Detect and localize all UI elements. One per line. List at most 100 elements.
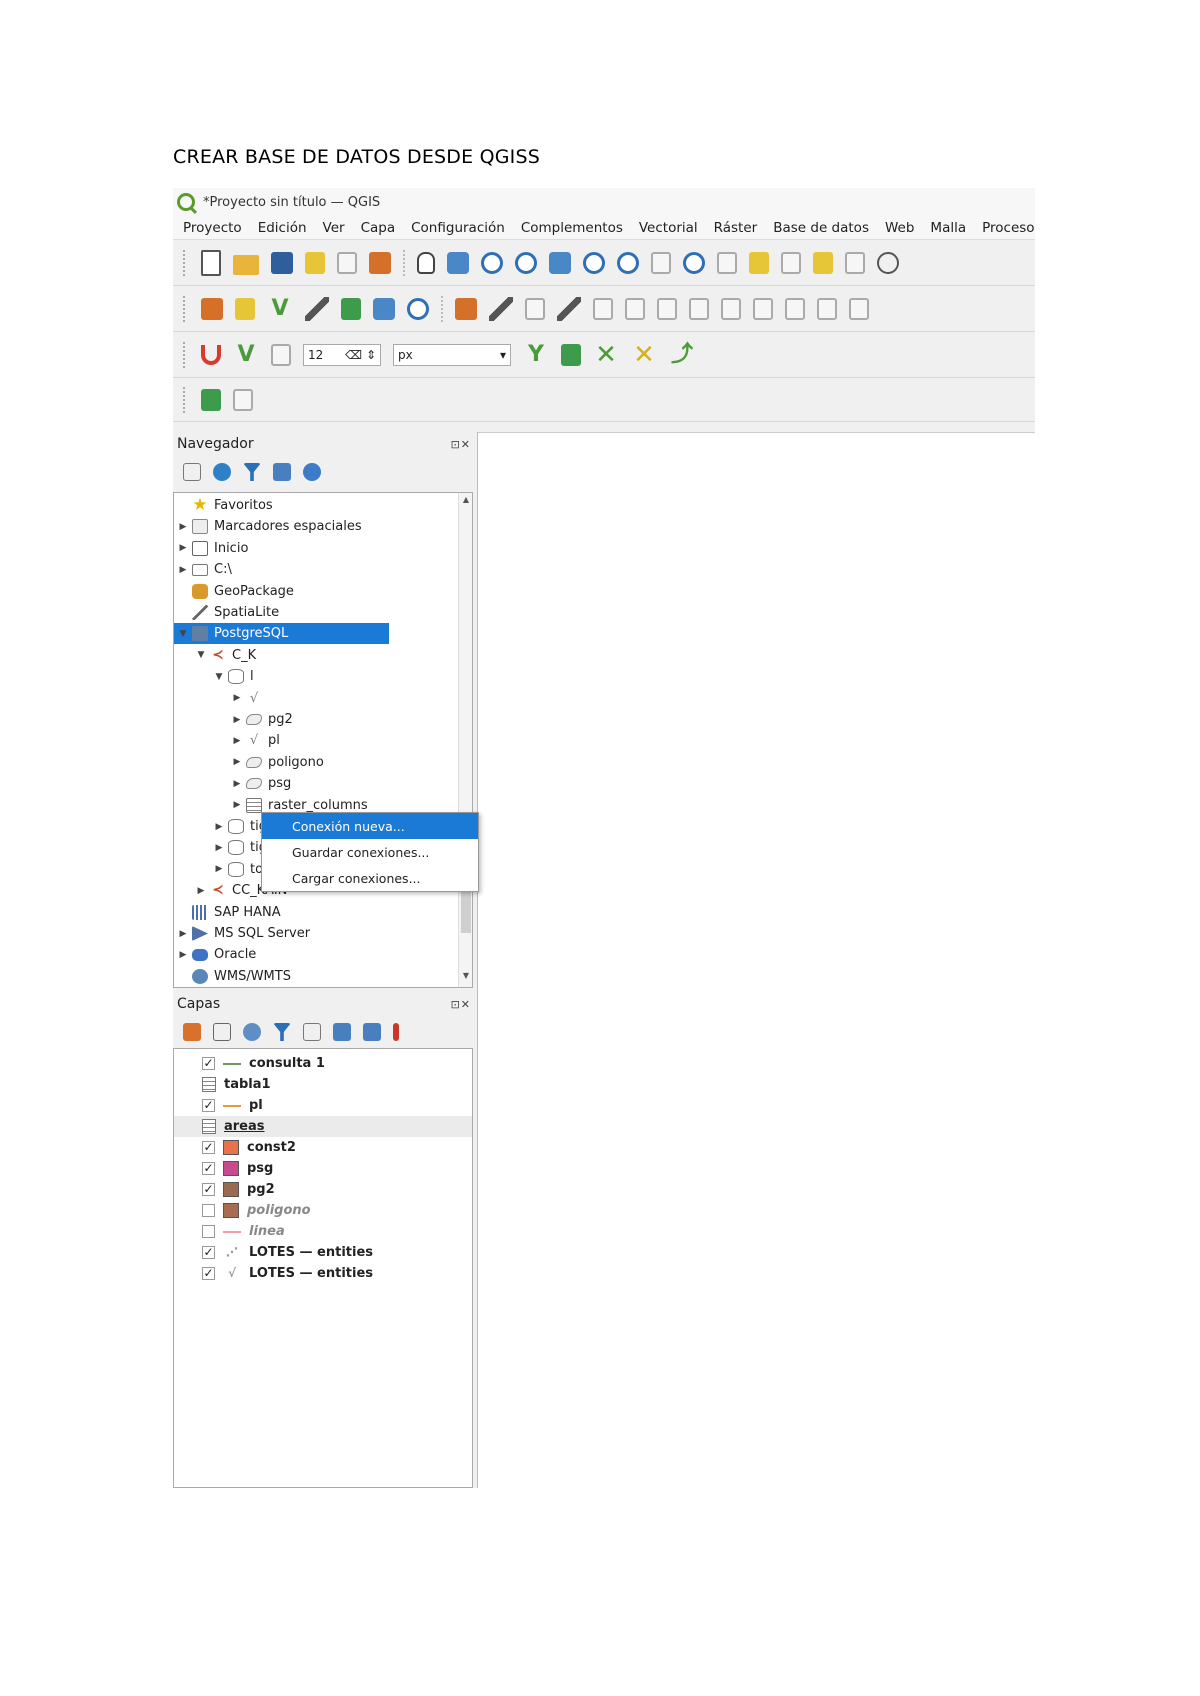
menu-11[interactable]: Procesos xyxy=(982,220,1035,236)
new-spatialite-layer-icon[interactable] xyxy=(305,296,329,321)
expand-arrow-icon[interactable]: ▶ xyxy=(178,543,188,553)
open-project-icon[interactable] xyxy=(233,254,259,275)
browser-item[interactable]: ▼ ≺ C_K xyxy=(174,645,459,666)
layer-visibility-checkbox[interactable]: ✓ xyxy=(202,1141,215,1154)
expand-all-icon[interactable] xyxy=(333,1023,351,1041)
filter-expression-icon[interactable] xyxy=(303,1023,321,1041)
expand-arrow-icon[interactable]: ▶ xyxy=(178,950,188,960)
browser-item[interactable]: ▶ Marcadores espaciales xyxy=(174,516,459,537)
cut-features-icon[interactable] xyxy=(721,297,741,320)
style-layer-icon[interactable] xyxy=(183,1023,201,1041)
collapse-all-icon[interactable] xyxy=(363,1023,381,1041)
browser-item[interactable]: WMS/WMTS xyxy=(174,966,459,987)
expand-arrow-icon[interactable]: ▶ xyxy=(178,522,188,532)
dock-float-close-icon[interactable]: ⊡✕ xyxy=(451,998,471,1011)
copy-features-icon[interactable] xyxy=(753,297,773,320)
expand-arrow-icon[interactable]: ▼ xyxy=(196,650,206,660)
toolbar-grip[interactable] xyxy=(183,295,187,322)
snapping-tolerance-input[interactable]: 12 ⌫ ⇕ xyxy=(303,343,381,366)
menu-2[interactable]: Ver xyxy=(323,220,345,236)
browser-item[interactable]: ▼ PostgreSQL xyxy=(174,623,389,645)
layer-visibility-checkbox[interactable]: ✓ xyxy=(202,1057,215,1070)
layer-row[interactable]: areas xyxy=(174,1116,472,1137)
new-map-view-icon[interactable] xyxy=(749,251,769,274)
zoom-last-icon[interactable] xyxy=(683,251,705,274)
expand-arrow-icon[interactable]: ▶ xyxy=(214,843,224,853)
browser-scrollbar[interactable]: ▲ ▼ xyxy=(458,493,472,987)
layer-visibility-checkbox[interactable]: ✓ xyxy=(202,1099,215,1112)
layer-row[interactable]: ✓ √ LOTES — entities xyxy=(174,1263,472,1284)
browser-item[interactable]: ▶ C:\ xyxy=(174,559,459,580)
layer-visibility-checkbox[interactable]: ✓ xyxy=(202,1183,215,1196)
modify-attributes-icon[interactable] xyxy=(625,297,645,320)
layer-row[interactable]: ✓ pg2 xyxy=(174,1179,472,1200)
snapping-magnet-icon[interactable] xyxy=(201,344,221,365)
new-print-layout-icon[interactable] xyxy=(305,251,325,274)
toolbar-grip[interactable] xyxy=(183,341,187,368)
browser-item[interactable]: GeoPackage xyxy=(174,581,459,602)
layer-row[interactable]: ✓ psg xyxy=(174,1158,472,1179)
zoom-full-icon[interactable] xyxy=(549,251,571,274)
save-project-icon[interactable] xyxy=(271,251,293,274)
snapping-type-icon[interactable]: V xyxy=(233,342,259,368)
expand-arrow-icon[interactable]: ▶ xyxy=(196,886,206,896)
expand-arrow-icon[interactable]: ▶ xyxy=(214,864,224,874)
expand-arrow-icon[interactable]: ▼ xyxy=(178,629,188,639)
menu-9[interactable]: Web xyxy=(885,220,914,236)
browser-item[interactable]: ★ Favoritos xyxy=(174,495,459,516)
dock-float-close-icon[interactable]: ⊡✕ xyxy=(451,438,471,451)
clear-icon[interactable]: ⌫ ⇕ xyxy=(345,348,376,362)
plugin-icon[interactable] xyxy=(233,388,253,411)
pan-map-icon[interactable] xyxy=(417,251,435,274)
layer-row[interactable]: ✓ pl xyxy=(174,1095,472,1116)
browser-item[interactable]: SAP HANA xyxy=(174,902,459,923)
undo-icon[interactable] xyxy=(817,297,837,320)
menu-4[interactable]: Configuración xyxy=(411,220,505,236)
layer-visibility-checkbox[interactable]: ✓ xyxy=(202,1267,215,1280)
redo-icon[interactable] xyxy=(849,297,869,320)
edit-table-icon[interactable] xyxy=(657,297,677,320)
expand-arrow-icon[interactable]: ▶ xyxy=(232,779,242,789)
filter-icon[interactable] xyxy=(243,463,261,481)
new-3d-map-icon[interactable] xyxy=(781,251,801,274)
layer-row[interactable]: ✓ consulta 1 xyxy=(174,1053,472,1074)
new-memory-layer-icon[interactable] xyxy=(341,297,361,320)
new-project-icon[interactable] xyxy=(201,249,221,276)
expand-arrow-icon[interactable]: ▶ xyxy=(232,800,242,810)
layer-row[interactable]: ✓ const2 xyxy=(174,1137,472,1158)
collapse-all-icon[interactable] xyxy=(273,463,291,481)
style-manager-icon[interactable] xyxy=(369,251,391,274)
expand-arrow-icon[interactable]: ▶ xyxy=(178,565,188,575)
menu-6[interactable]: Vectorial xyxy=(639,220,698,236)
avoid-overlap-icon[interactable]: ✕ xyxy=(593,342,619,368)
expand-arrow-icon[interactable]: ▶ xyxy=(232,715,242,725)
refresh-icon[interactable] xyxy=(213,463,231,481)
layout-manager-icon[interactable] xyxy=(337,251,357,274)
zoom-to-selection-icon[interactable] xyxy=(583,251,605,274)
layer-visibility-checkbox[interactable] xyxy=(202,1225,215,1238)
menu-10[interactable]: Malla xyxy=(930,220,966,236)
save-layer-edits-icon[interactable] xyxy=(525,297,545,320)
layer-row[interactable]: linea xyxy=(174,1221,472,1242)
snapping-unit-select[interactable]: px ▾ xyxy=(393,343,511,366)
new-shapefile-layer-icon[interactable]: V xyxy=(267,296,293,322)
expand-arrow-icon[interactable]: ▶ xyxy=(178,929,188,939)
filter-legend-icon[interactable] xyxy=(273,1023,291,1041)
menu-1[interactable]: Edición xyxy=(258,220,307,236)
layer-visibility-checkbox[interactable]: ✓ xyxy=(202,1246,215,1259)
self-snapping-icon[interactable]: ✕ xyxy=(631,342,657,368)
topological-editing-icon[interactable]: Y xyxy=(523,342,549,368)
python-console-icon[interactable] xyxy=(201,388,221,411)
browser-item[interactable]: ▶ √ xyxy=(174,688,459,709)
map-canvas[interactable] xyxy=(478,432,1035,1488)
menu-7[interactable]: Ráster xyxy=(714,220,758,236)
current-edits-icon[interactable] xyxy=(455,297,477,320)
show-bookmarks-icon[interactable] xyxy=(845,251,865,274)
expand-arrow-icon[interactable]: ▶ xyxy=(214,822,224,832)
new-geopackage-layer-icon[interactable] xyxy=(235,297,255,320)
expand-arrow-icon[interactable]: ▼ xyxy=(214,672,224,682)
menu-5[interactable]: Complementos xyxy=(521,220,623,236)
toggle-editing-icon[interactable] xyxy=(489,296,513,321)
temporal-controller-icon[interactable] xyxy=(877,251,899,274)
menu-0[interactable]: Proyecto xyxy=(183,220,242,236)
